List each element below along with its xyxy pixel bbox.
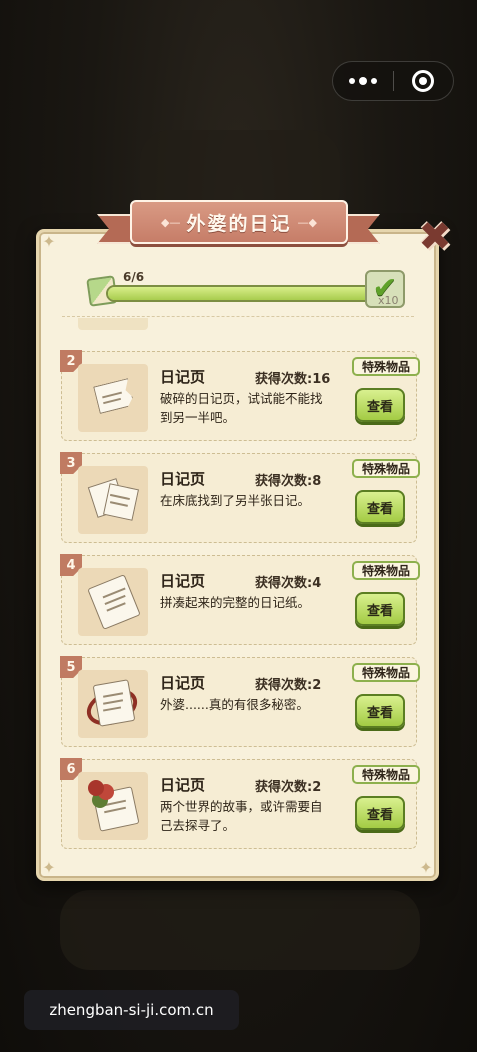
ribbon-ornament-icon: —◆ [297,215,317,229]
special-item-badge: 特殊物品 [352,765,420,784]
reward-multiplier: x10 [378,294,399,307]
item-count: 获得次数:2 [255,780,322,795]
view-button[interactable]: 查看 [355,490,405,524]
item-name: 日记页 [160,368,206,386]
item-name: 日记页 [160,470,206,488]
item-description: 拼凑起来的完整的日记纸。 [160,595,311,610]
special-item-badge: 特殊物品 [352,357,420,376]
item-count: 获得次数:8 [255,474,322,489]
watermark-label: zhengban-si-ji.com.cn [24,990,239,1030]
list-item: 6 日记页 获得次数:2 两个世界的故事，或许需要自己去探寻了。 特殊物品 查看 [60,758,420,849]
ribbon-scroll-icon [78,670,148,738]
scroll-page-icon [78,568,148,636]
item-name: 日记页 [160,674,206,692]
item-count: 获得次数:2 [255,678,322,693]
list-item: 2 日记页 获得次数:16 破碎的日记页，试试能不能找到另一半吧。 特殊物品 查… [60,350,420,441]
corner-ornament-icon: ✦ [42,858,56,877]
ribbon-ornament-icon: ◆— [161,215,181,229]
target-circle-icon [412,70,435,92]
rose-scroll-icon [78,772,148,840]
item-count: 获得次数:16 [255,372,331,387]
view-button[interactable]: 查看 [355,694,405,728]
list-item: 5 日记页 获得次数:2 外婆......真的有很多秘密。 特殊物品 查看 [60,656,420,747]
list-item: 4 日记页 获得次数:4 拼凑起来的完整的日记纸。 特殊物品 查看 [60,554,420,645]
two-halves-page-icon [78,466,148,534]
item-description: 外婆......真的有很多秘密。 [160,697,309,712]
more-dots-icon [348,76,377,85]
list-item: 3 日记页 获得次数:8 在床底找到了另半张日记。 特殊物品 查看 [60,452,420,543]
item-description: 两个世界的故事，或许需要自己去探寻了。 [160,799,323,833]
special-item-badge: 特殊物品 [352,459,420,478]
divider [62,316,414,317]
item-description: 在床底找到了另半张日记。 [160,493,311,508]
view-button[interactable]: 查看 [355,592,405,626]
item-description: 破碎的日记页，试试能不能找到另一半吧。 [160,391,323,425]
progress-fill [108,287,380,300]
corner-ornament-icon: ✦ [42,232,56,251]
view-button[interactable]: 查看 [355,796,405,830]
progress-bar [106,285,382,302]
title-ribbon: ◆— 外婆的日记 —◆ [130,200,348,244]
view-button[interactable]: 查看 [355,388,405,422]
torn-page-icon [78,364,148,432]
corner-ornament-icon: ✦ [419,858,433,877]
close-icon[interactable]: ✖ [416,217,454,257]
progress-count: 6/6 [123,270,145,284]
panel-title: 外婆的日记 [186,212,292,235]
close-miniprogram-button[interactable] [394,62,454,100]
special-item-badge: 特殊物品 [352,561,420,580]
background-shadow-shape [60,890,420,970]
special-item-badge: 特殊物品 [352,663,420,682]
mini-program-capsule [332,61,454,101]
partial-list-item [78,318,148,330]
more-menu-button[interactable] [333,62,393,100]
item-name: 日记页 [160,572,206,590]
item-name: 日记页 [160,776,206,794]
item-count: 获得次数:4 [255,576,322,591]
